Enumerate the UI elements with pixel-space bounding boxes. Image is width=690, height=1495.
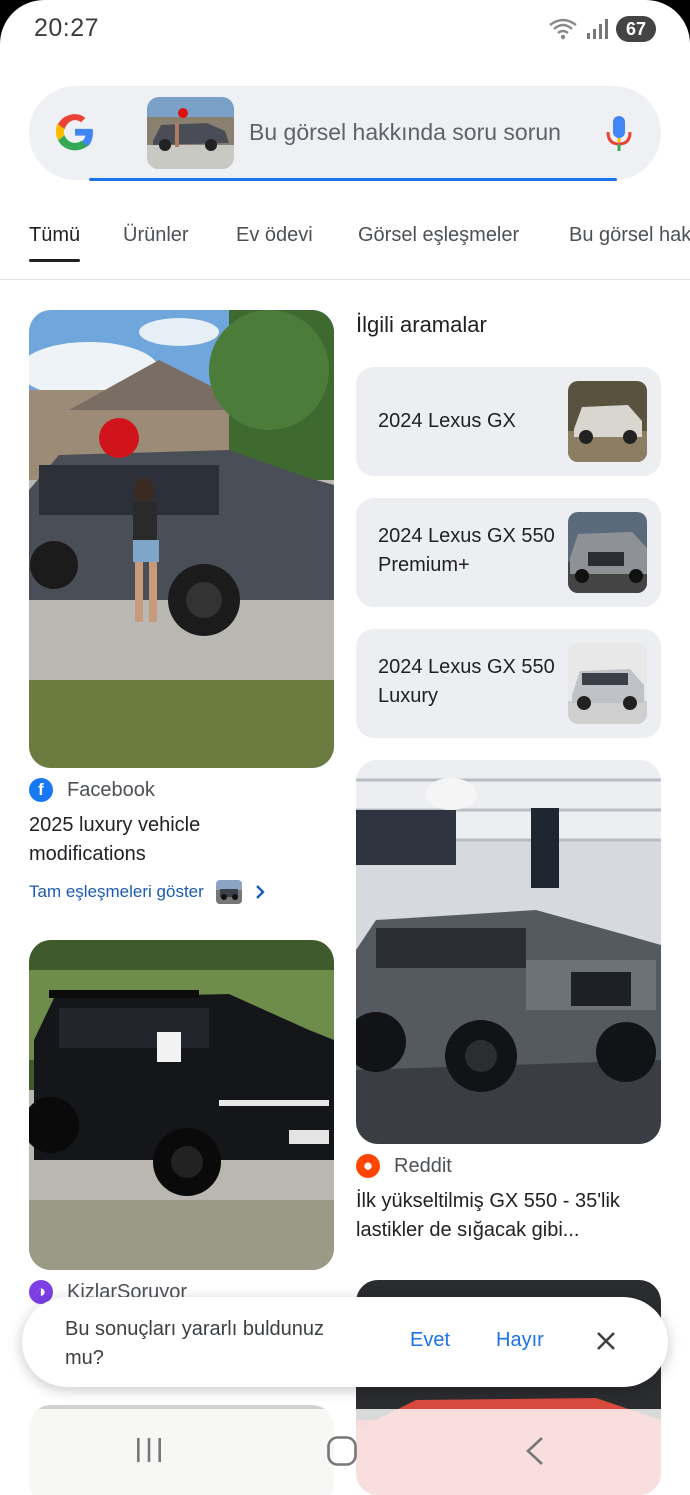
- feedback-question: Bu sonuçları yararlı buldunuz mu?: [65, 1318, 325, 1369]
- result-image-kizlarsoruyor[interactable]: [29, 940, 334, 1270]
- status-time: 20:27: [34, 14, 100, 42]
- mic-icon[interactable]: [605, 114, 633, 154]
- result-title[interactable]: İlk yükseltilmiş GX 550 - 35'lik lastikl…: [356, 1187, 661, 1245]
- google-logo-icon: [55, 114, 93, 151]
- screen: 20:27 67 Bu görsel hakkında soru sorun T…: [0, 0, 690, 1495]
- related-search-thumbnail: [568, 381, 647, 462]
- result-source-reddit[interactable]: ● Reddit: [356, 1154, 452, 1178]
- related-search-label: 2024 Lexus GX: [378, 410, 516, 432]
- recents-icon[interactable]: [134, 1435, 164, 1465]
- related-searches-heading: İlgili aramalar: [356, 312, 487, 337]
- result-title[interactable]: 2025 luxury vehicle modifications: [29, 811, 319, 869]
- feedback-no-button[interactable]: Hayır: [496, 1329, 544, 1352]
- related-search-chip[interactable]: 2024 Lexus GX: [356, 367, 661, 476]
- tab-visual-matches[interactable]: Görsel eşleşmeler: [358, 224, 519, 247]
- tab-about-image[interactable]: Bu görsel hak: [569, 224, 690, 247]
- related-search-chip[interactable]: 2024 Lexus GX 550 Luxury: [356, 629, 661, 738]
- facebook-icon: f: [29, 778, 53, 802]
- close-icon[interactable]: [594, 1329, 618, 1353]
- tab-homework[interactable]: Ev ödevi: [236, 224, 313, 247]
- result-image-facebook[interactable]: [29, 310, 334, 768]
- chevron-right-icon: [255, 885, 265, 899]
- related-search-chip[interactable]: 2024 Lexus GX 550 Premium+: [356, 498, 661, 607]
- result-source-facebook[interactable]: f Facebook: [29, 778, 155, 802]
- search-bar[interactable]: Bu görsel hakkında soru sorun: [29, 86, 661, 181]
- related-search-thumbnail: [568, 643, 647, 724]
- active-tab-indicator: [29, 259, 80, 262]
- reddit-icon: ●: [356, 1154, 380, 1178]
- search-progress-bar: [89, 178, 617, 181]
- result-image-reddit[interactable]: [356, 760, 661, 1144]
- source-name: Reddit: [394, 1154, 452, 1177]
- related-search-label: 2024 Lexus GX 550 Premium+: [378, 525, 555, 576]
- status-bar: 20:27 67: [0, 0, 690, 62]
- source-name: Facebook: [67, 778, 155, 801]
- battery-indicator: 67: [616, 16, 656, 42]
- tab-products[interactable]: Ürünler: [123, 224, 189, 247]
- wifi-icon: [549, 18, 577, 40]
- status-icons: 67: [548, 16, 656, 42]
- signal-icon: [587, 19, 608, 39]
- exact-matches-link[interactable]: Tam eşleşmeleri göster: [29, 880, 266, 904]
- feedback-yes-button[interactable]: Evet: [410, 1329, 450, 1352]
- match-thumbnail: [215, 880, 242, 904]
- search-image-thumbnail[interactable]: [147, 97, 234, 169]
- home-icon[interactable]: [326, 1435, 358, 1467]
- system-nav-bar: [0, 1409, 690, 1495]
- related-search-label: 2024 Lexus GX 550 Luxury: [378, 656, 555, 707]
- feedback-snackbar: Bu sonuçları yararlı buldunuz mu? Evet H…: [22, 1297, 668, 1387]
- exact-matches-label: Tam eşleşmeleri göster: [29, 882, 204, 901]
- related-search-thumbnail: [568, 512, 647, 593]
- tab-all[interactable]: Tümü: [29, 224, 80, 247]
- back-icon[interactable]: [522, 1435, 548, 1467]
- search-placeholder[interactable]: Bu görsel hakkında soru sorun: [249, 119, 561, 146]
- tab-bar: Tümü Ürünler Ev ödevi Görsel eşleşmeler …: [0, 210, 690, 280]
